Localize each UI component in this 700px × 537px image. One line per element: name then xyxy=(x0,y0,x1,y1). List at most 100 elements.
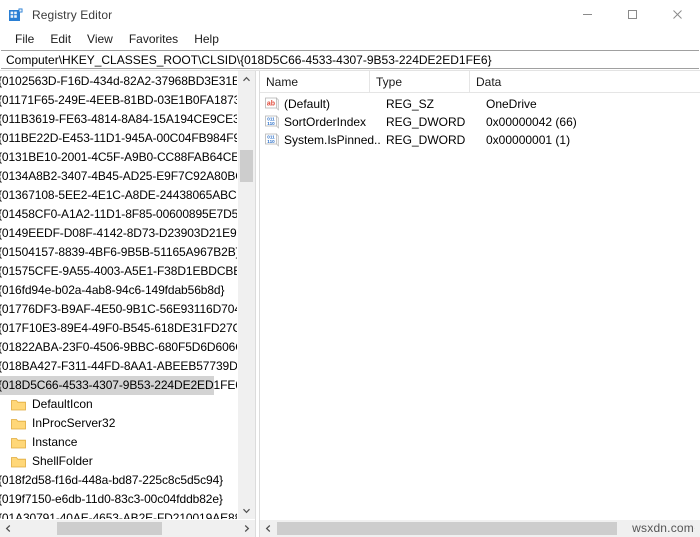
dword-value-icon: 011 110 xyxy=(264,133,280,147)
minimize-icon[interactable] xyxy=(565,0,610,29)
tree-item-label: {01A30791-40AE-4653-AB2E-FD210019AE88} xyxy=(0,511,237,519)
tree-item-label: {01822ABA-23F0-4506-9BBC-680F5D6D606C} xyxy=(0,340,237,354)
tree-subkey-item[interactable]: ShellFolder xyxy=(0,452,237,471)
tree-key-item[interactable]: {01367108-5EE2-4E1C-A8DE-24438065ABC9} xyxy=(0,186,237,205)
tree-key-item[interactable]: {0149EEDF-D08F-4142-8D73-D23903D21E90} xyxy=(0,224,237,243)
tree-hscroll-track[interactable] xyxy=(17,520,238,537)
menu-item-favorites[interactable]: Favorites xyxy=(121,30,186,49)
column-header-data[interactable]: Data xyxy=(470,71,700,92)
value-name: System.IsPinned... xyxy=(284,133,380,147)
tree-key-item[interactable]: {01504157-8839-4BF6-9B5B-51165A967B2B} xyxy=(0,243,237,262)
column-header-name[interactable]: Name xyxy=(260,71,370,92)
registry-tree[interactable]: {0102563D-F16D-434d-82A2-37968BD3E31E} {0… xyxy=(0,71,237,519)
tree-scroll-track[interactable] xyxy=(238,88,255,502)
values-horizontal-scrollbar[interactable]: wsxdn.com xyxy=(260,519,700,537)
menu-item-view[interactable]: View xyxy=(79,30,121,49)
tree-viewport: {0102563D-F16D-434d-82A2-37968BD3E31E} {0… xyxy=(0,71,255,519)
tree-key-item[interactable]: {0102563D-F16D-434d-82A2-37968BD3E31E} xyxy=(0,72,237,91)
tree-key-item[interactable]: {01A30791-40AE-4653-AB2E-FD210019AE88} xyxy=(0,509,237,519)
folder-icon xyxy=(11,436,27,450)
menu-item-file[interactable]: File xyxy=(7,30,42,49)
folder-icon xyxy=(11,417,27,431)
dword-value-icon: 011 110 xyxy=(264,115,280,129)
tree-item-label: {0134A8B2-3407-4B45-AD25-E9F7C92A80BC} xyxy=(0,169,237,183)
window-title: Registry Editor xyxy=(32,7,113,22)
value-row[interactable]: 011 110 System.IsPinned... REG_DWORD 0x00000… xyxy=(260,131,700,149)
tree-item-label: {019f7150-e6db-11d0-83c3-00c04fddb82e} xyxy=(0,492,223,506)
address-bar-container: Computer\HKEY_CLASSES_ROOT\CLSID\{018D5C… xyxy=(0,50,700,70)
tree-item-label: {018f2d58-f16d-448a-bd87-225c8c5d5c94} xyxy=(0,473,224,487)
tree-item-label: {018BA427-F311-44FD-8AA1-ABEEB57739D9} xyxy=(0,359,237,373)
close-icon[interactable] xyxy=(655,0,700,29)
menu-bar: File Edit View Favorites Help xyxy=(0,29,700,50)
tree-vertical-scrollbar[interactable] xyxy=(237,71,255,519)
tree-item-label: {017F10E3-89E4-49F0-B545-618DE31FD27C} xyxy=(0,321,237,335)
tree-key-item[interactable]: {019f7150-e6db-11d0-83c3-00c04fddb82e} xyxy=(0,490,237,509)
values-scroll-left-icon[interactable] xyxy=(260,520,277,537)
value-name: SortOrderIndex xyxy=(284,115,367,129)
tree-scroll-thumb[interactable] xyxy=(240,150,253,182)
tree-key-item[interactable]: {011B3619-FE63-4814-8A84-15A194CE9CE3} xyxy=(0,110,237,129)
tree-item-label: {016fd94e-b02a-4ab8-94c6-149fdab56b8d} xyxy=(0,283,225,297)
tree-key-item[interactable]: {01171F65-249E-4EEB-81BD-03E1B0FA1873} xyxy=(0,91,237,110)
tree-key-item[interactable]: {01776DF3-B9AF-4E50-9B1C-56E93116D704} xyxy=(0,300,237,319)
folder-icon xyxy=(11,398,27,412)
tree-key-item[interactable]: {01458CF0-A1A2-11D1-8F85-00600895E7D5} xyxy=(0,205,237,224)
tree-hscroll-thumb[interactable] xyxy=(57,522,162,535)
tree-key-item[interactable]: {017F10E3-89E4-49F0-B545-618DE31FD27C} xyxy=(0,319,237,338)
tree-item-label: {011B3619-FE63-4814-8A84-15A194CE9CE3} xyxy=(0,112,237,126)
watermark-text: wsxdn.com xyxy=(628,520,694,537)
svg-text:ab: ab xyxy=(267,101,275,108)
svg-text:110: 110 xyxy=(267,139,275,144)
folder-icon xyxy=(11,455,27,469)
value-type: REG_DWORD xyxy=(386,115,466,129)
value-type: REG_SZ xyxy=(386,97,435,111)
tree-key-item[interactable]: {0134A8B2-3407-4B45-AD25-E9F7C92A80BC} xyxy=(0,167,237,186)
tree-item-label: {01171F65-249E-4EEB-81BD-03E1B0FA1873} xyxy=(0,93,237,107)
tree-item-label: Instance xyxy=(32,435,78,449)
registry-values-list[interactable]: ab (Default) REG_SZ OneDrive 011 110 SortOrder… xyxy=(260,93,700,519)
tree-key-item[interactable]: {016fd94e-b02a-4ab8-94c6-149fdab56b8d} xyxy=(0,281,237,300)
tree-item-label: InProcServer32 xyxy=(32,416,116,430)
value-row[interactable]: 011 110 SortOrderIndex REG_DWORD 0x00000042 … xyxy=(260,113,700,131)
menu-item-edit[interactable]: Edit xyxy=(42,30,79,49)
scroll-right-icon[interactable] xyxy=(238,520,255,537)
tree-key-item[interactable]: {018BA427-F311-44FD-8AA1-ABEEB57739D9} xyxy=(0,357,237,376)
value-type: REG_DWORD xyxy=(386,133,466,147)
values-hscroll-track[interactable] xyxy=(277,520,683,537)
tree-item-label: {011BE22D-E453-11D1-945A-00C04FB984F9} xyxy=(0,131,237,145)
value-data: OneDrive xyxy=(486,97,537,111)
tree-key-item[interactable]: {01575CFE-9A55-4003-A5E1-F38D1EBDCBE1} xyxy=(0,262,237,281)
string-value-icon: ab xyxy=(264,97,280,111)
menu-item-help[interactable]: Help xyxy=(186,30,227,49)
tree-item-label: {01367108-5EE2-4E1C-A8DE-24438065ABC9} xyxy=(0,188,237,202)
address-bar[interactable]: Computer\HKEY_CLASSES_ROOT\CLSID\{018D5C… xyxy=(1,50,699,69)
column-header-type[interactable]: Type xyxy=(370,71,470,92)
tree-key-item[interactable]: {011BE22D-E453-11D1-945A-00C04FB984F9} xyxy=(0,129,237,148)
tree-item-label: {01776DF3-B9AF-4E50-9B1C-56E93116D704} xyxy=(0,302,237,316)
title-bar: Registry Editor xyxy=(0,0,700,29)
tree-horizontal-scrollbar[interactable] xyxy=(0,519,255,537)
value-data: 0x00000001 (1) xyxy=(486,133,571,147)
tree-item-label: DefaultIcon xyxy=(32,397,93,411)
tree-key-item[interactable]: {01822ABA-23F0-4506-9BBC-680F5D6D606C} xyxy=(0,338,237,357)
value-name: (Default) xyxy=(284,97,331,111)
tree-item-label: {018D5C66-4533-4307-9B53-224DE2ED1FE6} xyxy=(0,378,237,392)
tree-item-label: {0102563D-F16D-434d-82A2-37968BD3E31E} xyxy=(0,74,237,88)
scroll-up-icon[interactable] xyxy=(238,71,255,88)
scroll-left-icon[interactable] xyxy=(0,520,17,537)
maximize-icon[interactable] xyxy=(610,0,655,29)
value-data: 0x00000042 (66) xyxy=(486,115,577,129)
tree-subkey-item[interactable]: Instance xyxy=(0,433,237,452)
tree-subkey-item[interactable]: InProcServer32 xyxy=(0,414,237,433)
tree-item-label: {0149EEDF-D08F-4142-8D73-D23903D21E90} xyxy=(0,226,237,240)
tree-key-item[interactable]: {0131BE10-2001-4C5F-A9B0-CC88FAB64CE8} xyxy=(0,148,237,167)
values-hscroll-thumb[interactable] xyxy=(277,522,617,535)
tree-item-label: {0131BE10-2001-4C5F-A9B0-CC88FAB64CE8} xyxy=(0,150,237,164)
tree-subkey-item[interactable]: DefaultIcon xyxy=(0,395,237,414)
tree-key-item[interactable]: {018f2d58-f16d-448a-bd87-225c8c5d5c94} xyxy=(0,471,237,490)
tree-key-item[interactable]: {018D5C66-4533-4307-9B53-224DE2ED1FE6} xyxy=(0,376,237,395)
scroll-down-icon[interactable] xyxy=(238,502,255,519)
tree-item-label: {01504157-8839-4BF6-9B5B-51165A967B2B} xyxy=(0,245,237,259)
value-row[interactable]: ab (Default) REG_SZ OneDrive xyxy=(260,95,700,113)
